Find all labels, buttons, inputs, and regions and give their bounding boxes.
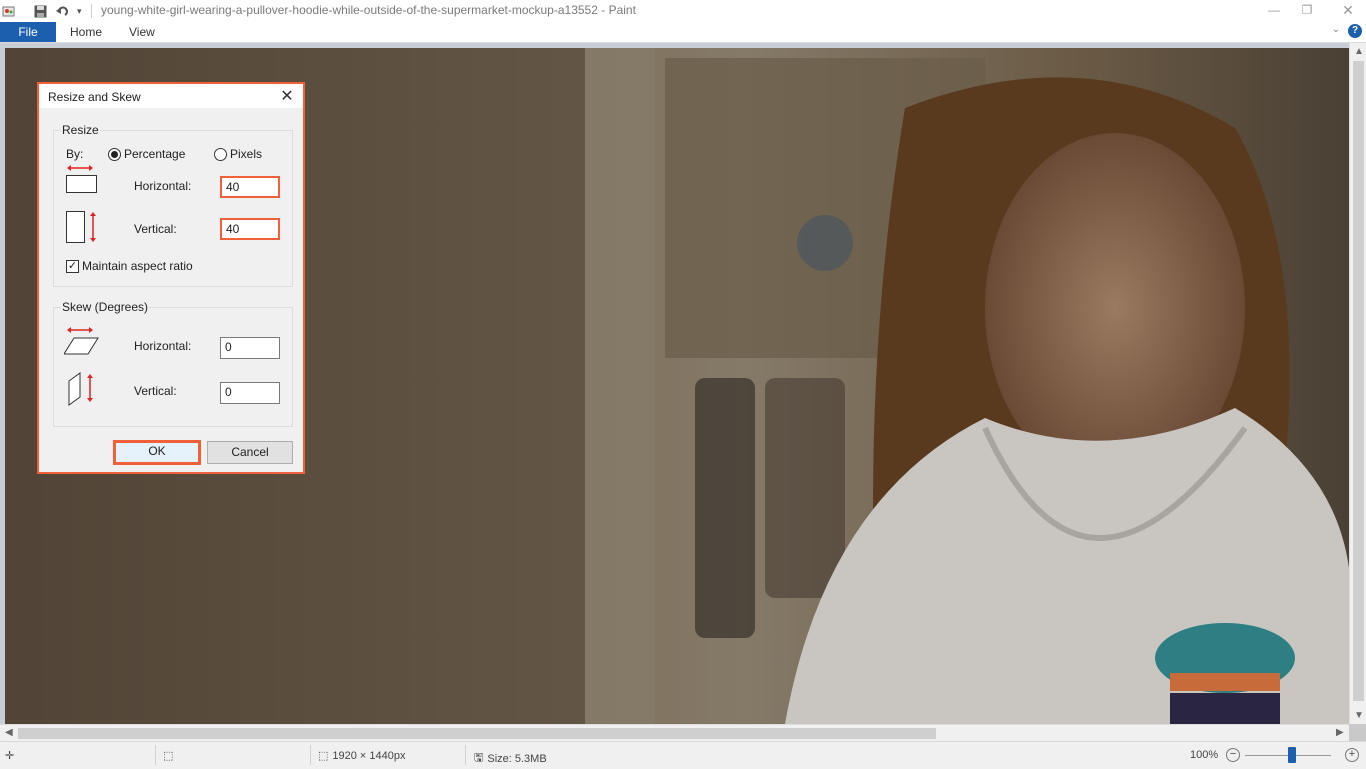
collapse-ribbon-icon[interactable]: ⌄ [1332,24,1340,35]
cursor-position-icon: ✛ [5,750,15,762]
maximize-icon[interactable]: ❐ [1292,0,1322,20]
undo-icon[interactable] [56,3,69,19]
zoom-level: 100% [1190,749,1219,761]
save-icon[interactable] [34,3,47,19]
horizontal-resize-input[interactable]: 40 [220,176,280,198]
minimize-icon[interactable]: — [1259,0,1289,20]
status-divider [465,745,466,765]
vertical-skew-icon [68,372,93,406]
horizontal-skew-icon [64,327,99,355]
skew-group-label: Skew (Degrees) [61,300,150,314]
dialog-title: Resize and Skew [48,90,141,104]
tab-home[interactable]: Home [70,22,102,42]
scroll-left-icon[interactable]: ◀ [5,727,13,738]
ok-button[interactable]: OK [113,440,201,465]
percentage-label[interactable]: Percentage [124,147,185,161]
zoom-slider-thumb[interactable] [1288,747,1296,763]
zoom-in-icon[interactable]: + [1345,748,1359,762]
pixels-label[interactable]: Pixels [230,147,262,161]
window-title: young-white-girl-wearing-a-pullover-hood… [101,3,636,17]
resize-group: Resize By: Percentage Pixels Horizontal:… [53,123,293,287]
vertical-scrollbar[interactable]: ▲ ▼ [1349,43,1366,724]
vertical-resize-input[interactable]: 40 [220,218,280,240]
resize-skew-dialog: Resize and Skew ✕ Resize By: Percentage … [37,82,305,474]
dialog-body: Resize By: Percentage Pixels Horizontal:… [39,108,303,472]
selection-size-icon: ⬚ [163,750,174,762]
status-divider [310,745,311,765]
close-icon[interactable]: ✕ [1333,0,1363,20]
vertical-resize-icon [66,211,96,243]
maintain-aspect-label[interactable]: Maintain aspect ratio [82,259,193,273]
by-label: By: [66,147,84,161]
dimensions-text: 1920 × 1440px [332,749,406,762]
skew-vertical-label: Vertical: [134,384,177,398]
scroll-up-icon[interactable]: ▲ [1354,46,1364,57]
title-bar: ▾ young-white-girl-wearing-a-pullover-ho… [0,0,1366,22]
cancel-button[interactable]: Cancel [207,441,293,464]
tab-view[interactable]: View [129,22,155,42]
paint-app-icon[interactable] [2,3,16,19]
scroll-down-icon[interactable]: ▼ [1354,710,1364,721]
dimensions-icon: ⬚ [318,750,329,762]
tab-file[interactable]: File [0,22,56,42]
customize-toolbar-icon[interactable]: ▾ [77,3,82,19]
vertical-scroll-thumb[interactable] [1353,61,1364,701]
skew-group: Skew (Degrees) Horizontal: 0 Vertical: 0 [53,300,293,427]
question-icon[interactable]: ? [1348,24,1362,38]
percentage-radio[interactable] [108,148,121,161]
ribbon-tabs: File Home View ⌄ ? [0,22,1366,43]
resize-group-label: Resize [61,123,100,137]
horizontal-label: Horizontal: [134,179,192,193]
zoom-out-icon[interactable]: − [1226,748,1240,762]
horizontal-resize-icon [66,165,97,193]
horizontal-scrollbar[interactable]: ◀ ▶ [0,724,1349,742]
scroll-right-icon[interactable]: ▶ [1336,727,1344,738]
image-dimensions: ⬚ 1920 × 1440px [318,749,406,763]
maintain-aspect-checkbox[interactable]: ✓ [66,260,79,273]
horizontal-skew-input[interactable]: 0 [220,337,280,359]
file-size-text: Size: 5.3MB [487,752,547,765]
skew-horizontal-label: Horizontal: [134,339,192,353]
file-size: 🖫 Size: 5.3MB [474,749,547,768]
status-bar: ✛ ⬚ ⬚ 1920 × 1440px 🖫 Size: 5.3MB 100% −… [0,741,1366,769]
status-divider [155,745,156,765]
vertical-label: Vertical: [134,222,177,236]
horizontal-scroll-thumb[interactable] [18,728,936,739]
disk-icon: 🖫 [474,752,484,764]
pixels-radio[interactable] [214,148,227,161]
vertical-skew-input[interactable]: 0 [220,382,280,404]
dialog-close-icon[interactable]: ✕ [277,86,297,106]
toolbar-divider [91,4,92,18]
